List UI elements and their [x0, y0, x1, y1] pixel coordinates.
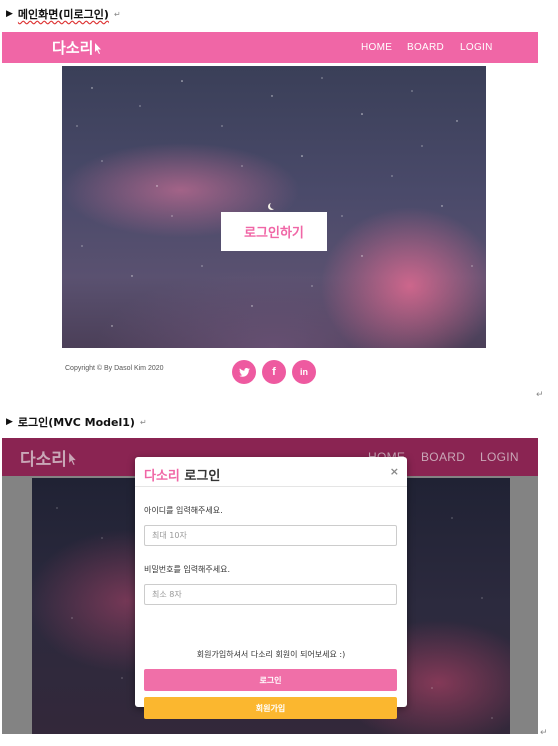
modal-title-accent: 다소리 [144, 469, 180, 484]
site-logo-text: 다소리 [52, 39, 94, 57]
twitter-icon [238, 367, 250, 377]
modal-title-text: 로그인 [184, 469, 221, 484]
nav-board[interactable]: BOARD [421, 450, 465, 464]
site-logo[interactable]: 다소리 [52, 37, 102, 58]
section-heading-main-text: 메인화면(미로그인) [17, 8, 109, 21]
top-navbar: 다소리 HOME BOARD LOGIN [2, 32, 538, 63]
facebook-button[interactable]: f [262, 360, 286, 384]
close-icon[interactable]: × [390, 465, 399, 478]
id-field-label: 아이디를 입력해주세요. [144, 506, 223, 515]
paragraph-mark-icon: ↵ [139, 417, 147, 427]
login-screen-screenshot: 다소리 HOME BOARD LOGIN 다소리 로그인 × 아이디를 입력해주… [2, 438, 538, 734]
signup-note: 회원가입하셔서 다소리 회원이 되어보세요 :) [196, 650, 346, 659]
hero-night-sky-image: 로그인하기 [62, 66, 486, 348]
nav-board[interactable]: BOARD [407, 42, 444, 53]
crescent-moon-icon [270, 202, 277, 209]
signup-button[interactable]: 회원가입 [144, 697, 397, 719]
login-button[interactable]: 로그인 [144, 669, 397, 691]
linkedin-icon: in [300, 367, 308, 377]
paragraph-mark-icon: ↵ [536, 390, 544, 400]
twitter-button[interactable] [232, 360, 256, 384]
section-heading-login: ▶ 로그인(MVC Model1) ↵ [6, 414, 147, 430]
section-heading-login-text: 로그인(MVC Model1) [17, 416, 135, 429]
login-cta-button[interactable]: 로그인하기 [221, 212, 327, 251]
cursor-icon [69, 450, 77, 470]
linkedin-button[interactable]: in [292, 360, 316, 384]
password-input[interactable] [144, 584, 397, 605]
login-modal: 다소리 로그인 × 아이디를 입력해주세요. 비밀번호를 입력해주세요. 회원가… [135, 457, 407, 719]
paragraph-mark-icon: ↵ [540, 728, 548, 738]
facebook-icon: f [272, 366, 276, 378]
section-heading-main: ▶ 메인화면(미로그인) ↵ [6, 6, 121, 22]
site-logo[interactable]: 다소리 [20, 445, 77, 470]
nav-login[interactable]: LOGIN [480, 450, 519, 464]
nav-login[interactable]: LOGIN [460, 42, 493, 53]
password-field-label: 비밀번호를 입력해주세요. [144, 565, 231, 574]
id-input[interactable] [144, 525, 397, 546]
nav-home[interactable]: HOME [361, 42, 392, 53]
cursor-icon [95, 40, 102, 58]
site-logo-text: 다소리 [20, 450, 67, 470]
bullet-triangle-icon: ▶ [6, 9, 13, 19]
modal-header: 다소리 로그인 × [135, 457, 407, 487]
bullet-triangle-icon: ▶ [6, 417, 13, 427]
copyright-text: Copyright © By Dasol Kim 2020 [65, 365, 164, 372]
modal-title: 다소리 로그인 [144, 465, 220, 484]
paragraph-mark-icon: ↵ [113, 9, 121, 19]
main-screen-screenshot: 다소리 HOME BOARD LOGIN 로그인하기 Copyright © B… [2, 32, 538, 390]
